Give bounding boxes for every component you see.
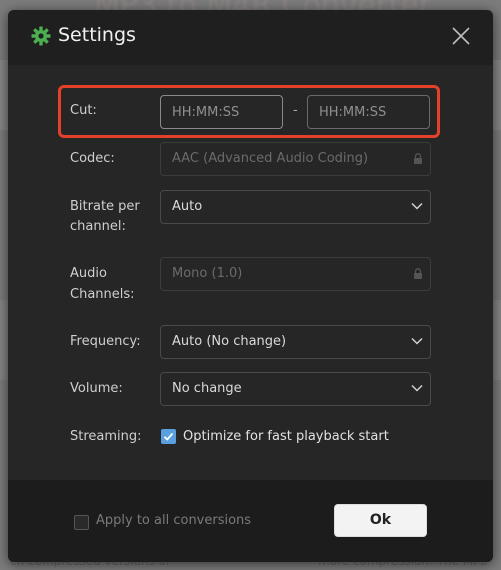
codec-label: Codec: bbox=[70, 151, 115, 166]
close-icon[interactable] bbox=[452, 27, 470, 45]
dialog-footer: Apply to all conversions Ok bbox=[8, 480, 493, 562]
checkmark-icon bbox=[163, 432, 174, 441]
gear-icon bbox=[31, 26, 51, 46]
cut-end-input[interactable] bbox=[307, 95, 430, 129]
audio-channels-field: Mono (1.0) bbox=[160, 257, 431, 291]
cut-separator: - bbox=[293, 103, 298, 118]
apply-all-label[interactable]: Apply to all conversions bbox=[96, 513, 251, 528]
audio-channels-value: Mono (1.0) bbox=[172, 266, 243, 281]
lock-icon bbox=[414, 268, 422, 279]
frequency-label: Frequency: bbox=[70, 334, 141, 349]
bitrate-label: Bitrate per bbox=[70, 199, 140, 214]
streaming-label: Streaming: bbox=[70, 429, 142, 444]
streaming-checkbox-label[interactable]: Optimize for fast playback start bbox=[183, 426, 389, 447]
frequency-value: Auto (No change) bbox=[172, 334, 287, 349]
codec-value: AAC (Advanced Audio Coding) bbox=[172, 151, 369, 166]
chevron-down-icon bbox=[411, 384, 423, 392]
cut-start-input[interactable] bbox=[160, 95, 283, 129]
cut-label: Cut: bbox=[70, 103, 97, 118]
chevron-down-icon bbox=[411, 202, 423, 210]
dialog-title: Settings bbox=[58, 24, 136, 46]
ok-button[interactable]: Ok bbox=[334, 504, 427, 537]
lock-icon bbox=[414, 153, 422, 164]
dialog-header: Settings bbox=[8, 10, 493, 65]
streaming-checkbox[interactable] bbox=[161, 429, 176, 444]
volume-select[interactable]: No change bbox=[160, 372, 431, 406]
settings-dialog: Settings Cut: - Codec: AAC (Advanced Aud… bbox=[8, 10, 493, 562]
bitrate-label: channel: bbox=[70, 219, 126, 234]
chevron-down-icon bbox=[411, 337, 423, 345]
bitrate-value: Auto bbox=[172, 199, 203, 214]
volume-label: Volume: bbox=[70, 381, 123, 396]
audio-channels-label: Audio bbox=[70, 266, 107, 281]
audio-channels-label: Channels: bbox=[70, 287, 135, 302]
frequency-select[interactable]: Auto (No change) bbox=[160, 325, 431, 359]
volume-value: No change bbox=[172, 381, 242, 396]
bitrate-select[interactable]: Auto bbox=[160, 190, 431, 224]
codec-field: AAC (Advanced Audio Coding) bbox=[160, 142, 431, 176]
apply-all-checkbox[interactable] bbox=[74, 515, 89, 530]
